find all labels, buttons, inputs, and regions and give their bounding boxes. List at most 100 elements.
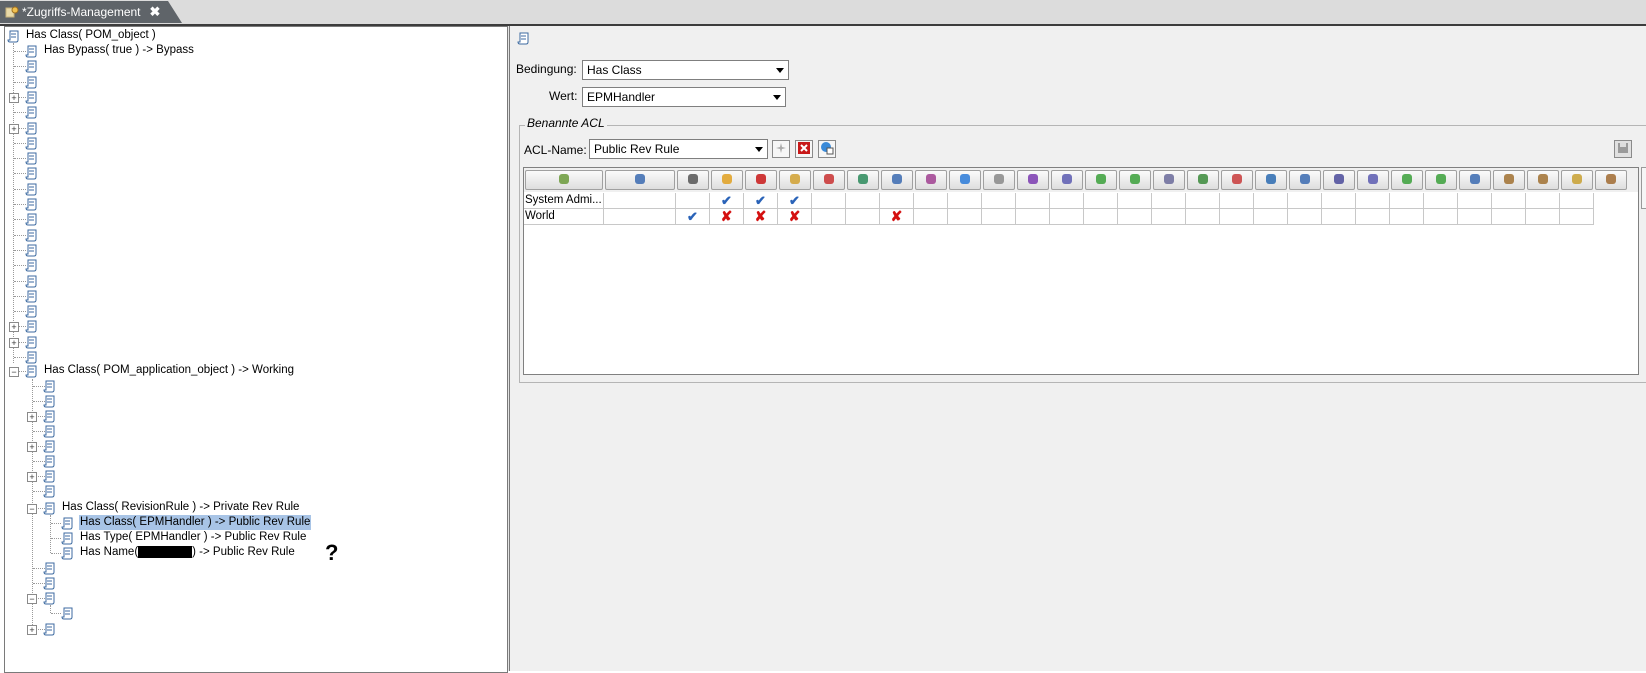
acl-cell[interactable] <box>982 193 1016 209</box>
acl-cell[interactable] <box>812 193 846 209</box>
expand-icon[interactable]: + <box>27 442 37 452</box>
grant-check-icon[interactable]: ✔ <box>744 193 778 209</box>
column-header-batch[interactable] <box>1323 170 1355 190</box>
acl-cell[interactable] <box>1424 193 1458 209</box>
acl-cell[interactable] <box>1016 193 1050 209</box>
collapse-icon[interactable]: − <box>27 504 37 514</box>
deny-x-icon[interactable]: ✘ <box>710 209 744 225</box>
tree-node-revision-rule[interactable]: Has Class( RevisionRule ) -> Private Rev… <box>61 500 300 515</box>
acl-cell[interactable] <box>1526 193 1560 209</box>
deny-x-icon[interactable]: ✘ <box>744 209 778 225</box>
column-header-write[interactable] <box>711 170 743 190</box>
new-acl-button[interactable] <box>772 140 790 158</box>
expand-icon[interactable]: + <box>9 322 19 333</box>
expand-icon[interactable]: + <box>9 92 19 103</box>
column-header-unmanage[interactable] <box>1527 170 1559 190</box>
acl-cell[interactable] <box>1118 209 1152 225</box>
tree-node-bypass[interactable]: Has Bypass( true ) -> Bypass <box>43 43 195 58</box>
acl-cell[interactable] <box>914 209 948 225</box>
acl-row-accessor[interactable] <box>604 193 676 209</box>
column-header-remote-checkout[interactable] <box>983 170 1015 190</box>
acl-cell[interactable] <box>1152 193 1186 209</box>
acl-name-select[interactable]: Public Rev Rule <box>589 139 768 159</box>
acl-cell[interactable] <box>1390 193 1424 209</box>
grant-check-icon[interactable]: ✔ <box>676 209 710 225</box>
column-header-transfer-out[interactable] <box>1153 170 1185 190</box>
acl-cell[interactable] <box>1288 209 1322 225</box>
acl-cell[interactable] <box>1186 209 1220 225</box>
column-header-itar[interactable] <box>1561 170 1593 190</box>
column-header-transfer-in[interactable] <box>1187 170 1219 190</box>
column-header-import[interactable] <box>1119 170 1151 190</box>
column-header-export[interactable] <box>1085 170 1117 190</box>
acl-cell[interactable] <box>1492 193 1526 209</box>
acl-cell[interactable] <box>676 193 710 209</box>
column-header-copy[interactable] <box>881 170 913 190</box>
save-acl-button[interactable] <box>1614 140 1632 158</box>
acl-cell[interactable] <box>1492 209 1526 225</box>
acl-cell[interactable] <box>1288 193 1322 209</box>
column-header-promote[interactable] <box>813 170 845 190</box>
acl-cell[interactable] <box>1050 209 1084 225</box>
column-header-change[interactable] <box>1017 170 1049 190</box>
column-header-administer[interactable] <box>1493 170 1525 190</box>
column-header-delete[interactable] <box>745 170 777 190</box>
acl-cell[interactable] <box>1084 193 1118 209</box>
acl-cell[interactable] <box>1220 193 1254 209</box>
table-scroll-handle[interactable] <box>1641 167 1646 209</box>
collapse-icon[interactable]: − <box>27 594 37 604</box>
deny-x-icon[interactable]: ✘ <box>778 209 812 225</box>
acl-cell[interactable] <box>948 209 982 225</box>
expand-icon[interactable]: + <box>27 472 37 482</box>
expand-icon[interactable]: + <box>27 625 37 635</box>
acl-cell[interactable] <box>1560 193 1594 209</box>
column-header-publish[interactable] <box>949 170 981 190</box>
acl-cell[interactable] <box>914 193 948 209</box>
delete-acl-button[interactable] <box>795 140 813 158</box>
acl-cell[interactable] <box>812 209 846 225</box>
column-header-translation[interactable] <box>1255 170 1287 190</box>
column-header-ip-admin[interactable] <box>1221 170 1253 190</box>
acl-cell[interactable] <box>1356 193 1390 209</box>
column-header-configure[interactable] <box>1595 170 1627 190</box>
expand-icon[interactable]: + <box>9 123 19 134</box>
column-header-digital-sign[interactable] <box>1459 170 1491 190</box>
column-header-change-ownership[interactable] <box>779 170 811 190</box>
acl-cell[interactable] <box>1152 209 1186 225</box>
acl-cell[interactable] <box>1356 209 1390 225</box>
tree-node-application-object[interactable]: Has Class( POM_application_object ) -> W… <box>43 363 295 378</box>
acl-row-name[interactable]: World <box>524 209 604 225</box>
grant-check-icon[interactable]: ✔ <box>710 193 744 209</box>
tree-node-epmhandler-type[interactable]: Has Type( EPMHandler ) -> Public Rev Rul… <box>79 530 307 545</box>
acl-cell[interactable] <box>1424 209 1458 225</box>
column-header-subscribe[interactable] <box>1391 170 1423 190</box>
acl-cell[interactable] <box>1322 193 1356 209</box>
column-header-user[interactable] <box>605 170 675 190</box>
tab-zugriffs-management[interactable]: *Zugriffs-Management ✖ <box>0 1 182 23</box>
acl-cell[interactable] <box>880 193 914 209</box>
value-select[interactable]: EPMHandler <box>582 87 786 107</box>
acl-cell[interactable] <box>846 209 880 225</box>
expand-icon[interactable]: + <box>9 337 19 348</box>
deny-x-icon[interactable]: ✘ <box>880 209 914 225</box>
grant-check-icon[interactable]: ✔ <box>778 193 812 209</box>
acl-cell[interactable] <box>1050 193 1084 209</box>
column-header-add-content[interactable] <box>1425 170 1457 190</box>
acl-cell[interactable] <box>948 193 982 209</box>
acl-cell[interactable] <box>1458 209 1492 225</box>
acl-cell[interactable] <box>1526 209 1560 225</box>
column-header-read[interactable] <box>677 170 709 190</box>
acl-cell[interactable] <box>1390 209 1424 225</box>
acl-cell[interactable] <box>1560 209 1594 225</box>
acl-cell[interactable] <box>1254 209 1288 225</box>
column-header-assign[interactable] <box>915 170 947 190</box>
column-header-remote-site[interactable] <box>1289 170 1321 190</box>
column-header-markup[interactable] <box>1357 170 1389 190</box>
column-header-demote[interactable] <box>847 170 879 190</box>
acl-info-button[interactable] <box>818 140 836 158</box>
acl-cell[interactable] <box>1084 209 1118 225</box>
tree-node-has-name[interactable]: Has Name() -> Public Rev Rule <box>79 545 296 560</box>
collapse-icon[interactable]: − <box>9 367 19 377</box>
condition-select[interactable]: Has Class <box>582 60 789 80</box>
tree-node-epmhandler-class[interactable]: Has Class( EPMHandler ) -> Public Rev Ru… <box>79 515 312 530</box>
